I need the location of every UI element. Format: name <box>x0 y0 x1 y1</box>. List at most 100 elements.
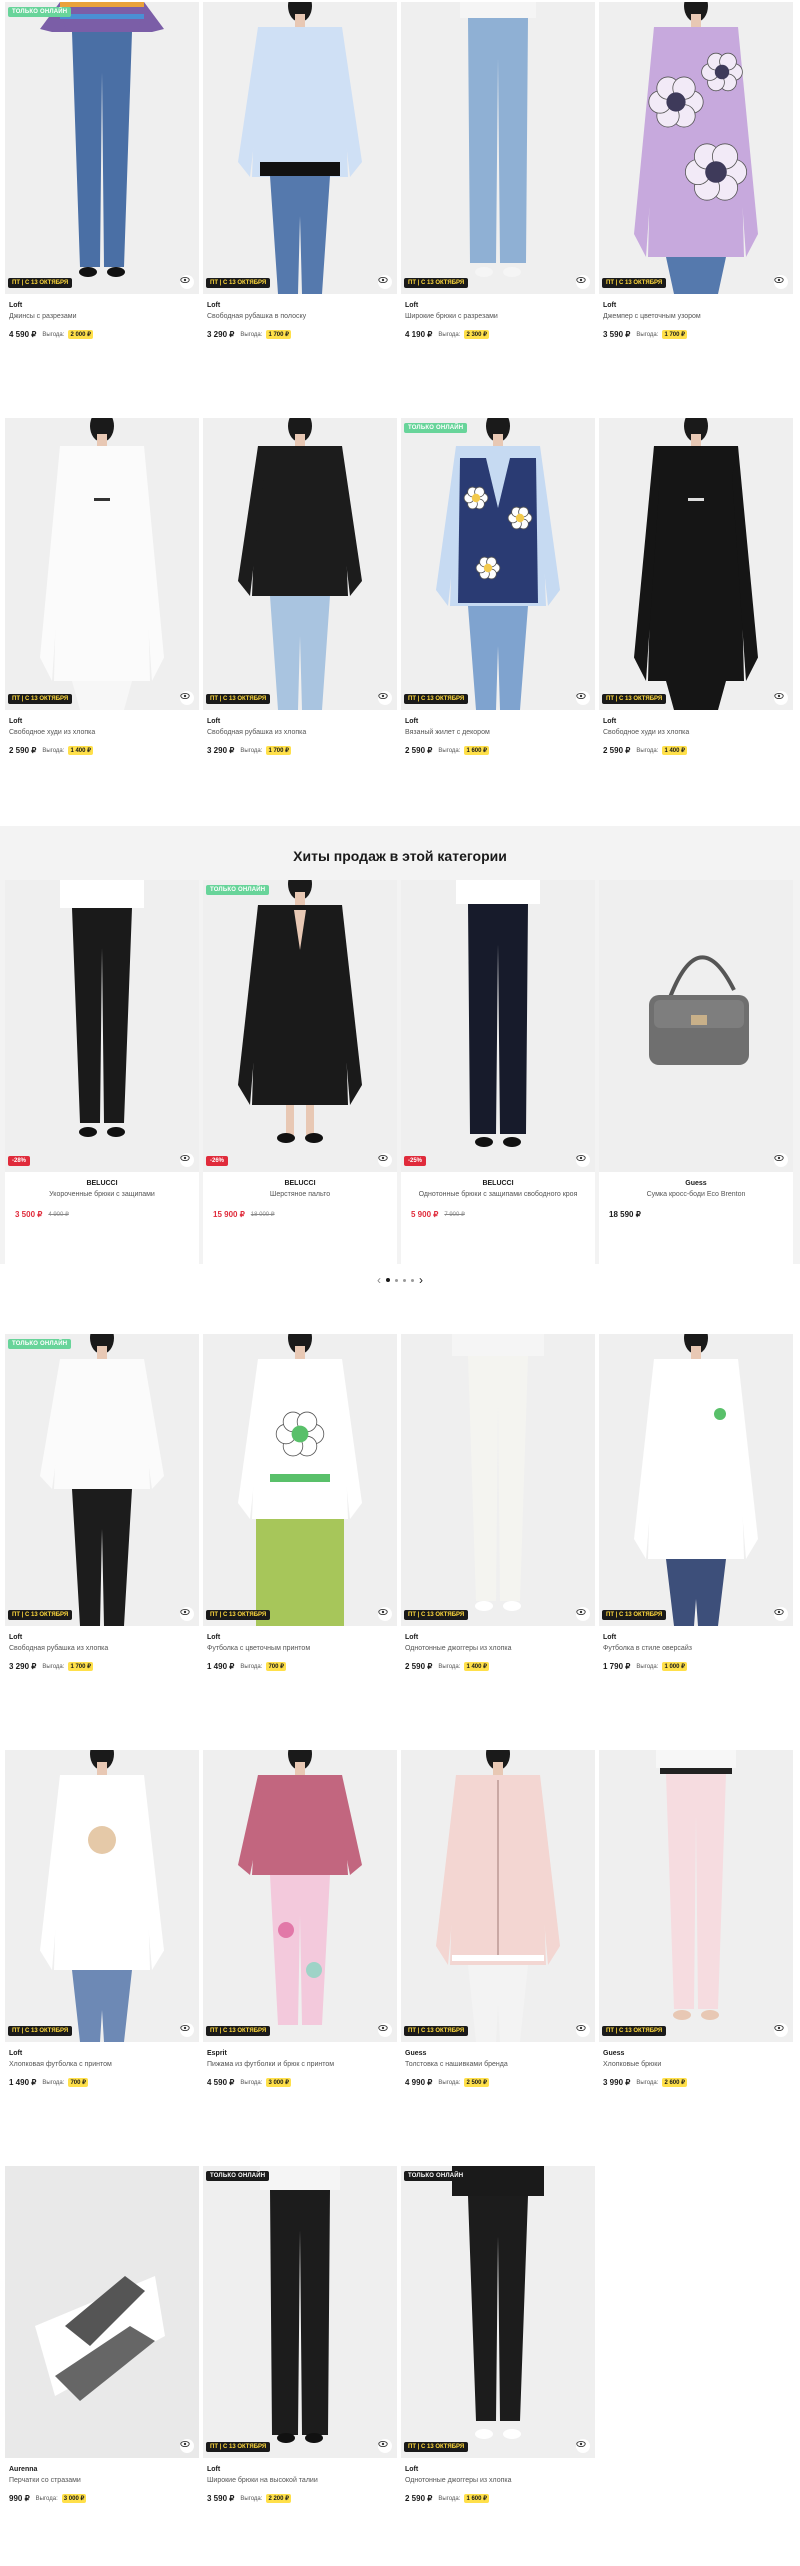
product-image-wrapper[interactable]: ПТ | С 13 ОКТЯБРЯ <box>401 1334 595 1626</box>
carousel-dot[interactable] <box>386 1278 390 1282</box>
product-image-wrapper[interactable]: ПТ | С 13 ОКТЯБРЯ <box>203 2 397 294</box>
product-brand[interactable]: Loft <box>9 302 199 309</box>
product-image-wrapper[interactable]: ПТ | С 13 ОКТЯБРЯ <box>5 418 199 710</box>
product-brand[interactable]: Loft <box>603 1634 793 1641</box>
quick-view-eye-icon[interactable] <box>774 2023 788 2037</box>
product-brand[interactable]: Esprit <box>207 2050 397 2057</box>
quick-view-eye-icon[interactable] <box>576 2439 590 2453</box>
product-card[interactable]: ПТ | С 13 ОКТЯБРЯ Guess Хлопковые брюки 3 9… <box>599 1750 793 2150</box>
product-brand[interactable]: Loft <box>405 1634 595 1641</box>
product-image-wrapper[interactable]: ПТ | С 13 ОКТЯБРЯ <box>203 418 397 710</box>
product-brand[interactable]: BELUCCI <box>5 1180 199 1187</box>
product-brand[interactable]: Loft <box>9 1634 199 1641</box>
product-image-wrapper[interactable]: ПТ | С 13 ОКТЯБРЯ <box>599 1334 793 1626</box>
product-brand[interactable]: BELUCCI <box>203 1180 397 1187</box>
carousel-prev-arrow-icon[interactable]: ‹ <box>377 1273 381 1287</box>
product-image-wrapper[interactable]: ПТ | С 13 ОКТЯБРЯ <box>5 1750 199 2042</box>
product-image-wrapper[interactable]: ПТ | С 13 ОКТЯБРЯ <box>203 1750 397 2042</box>
quick-view-eye-icon[interactable] <box>378 1153 392 1167</box>
product-name[interactable]: Однотонные джоггеры из хлопка <box>405 2477 595 2484</box>
product-card[interactable]: ПТ | С 13 ОКТЯБРЯ Loft Джемпер с цветочным… <box>599 2 793 402</box>
product-name[interactable]: Пижама из футболки и брюк с принтом <box>207 2061 397 2068</box>
product-image[interactable] <box>401 1334 595 1626</box>
quick-view-eye-icon[interactable] <box>378 1607 392 1621</box>
product-name[interactable]: Сумка кросс-боди Eco Brenton <box>599 1191 793 1198</box>
quick-view-eye-icon[interactable] <box>774 1607 788 1621</box>
product-image-wrapper[interactable]: ТОЛЬКО ОНЛАЙН ПТ | С 13 ОКТЯБРЯ <box>5 2 199 294</box>
quick-view-eye-icon[interactable] <box>180 2023 194 2037</box>
product-brand[interactable]: Aurenna <box>9 2466 199 2473</box>
product-image[interactable] <box>203 418 397 710</box>
product-image-wrapper[interactable]: ПТ | С 13 ОКТЯБРЯ <box>401 1750 595 2042</box>
product-image-wrapper[interactable]: ПТ | С 13 ОКТЯБРЯ <box>599 1750 793 2042</box>
quick-view-eye-icon[interactable] <box>774 275 788 289</box>
product-card[interactable]: ПТ | С 13 ОКТЯБРЯ Loft Футболка с цветочны… <box>203 1334 397 1734</box>
product-image[interactable] <box>401 1750 595 2042</box>
product-name[interactable]: Однотонные джоггеры из хлопка <box>405 1645 595 1652</box>
product-name[interactable]: Джинсы с разрезами <box>9 313 199 320</box>
product-image-wrapper[interactable]: -25% <box>401 880 595 1172</box>
product-image[interactable] <box>203 2166 397 2458</box>
product-image[interactable] <box>401 880 595 1172</box>
product-name[interactable]: Свободная рубашка из хлопка <box>9 1645 199 1652</box>
product-brand[interactable]: Loft <box>405 718 595 725</box>
product-image-wrapper[interactable]: ТОЛЬКО ОНЛАЙН -26% <box>203 880 397 1172</box>
product-image-wrapper[interactable]: ПТ | С 13 ОКТЯБРЯ <box>599 2 793 294</box>
product-image-wrapper[interactable]: ТОЛЬКО ОНЛАЙН ПТ | С 13 ОКТЯБРЯ <box>401 2166 595 2458</box>
quick-view-eye-icon[interactable] <box>378 2023 392 2037</box>
product-name[interactable]: Футболка в стиле оверсайз <box>603 1645 793 1652</box>
product-name[interactable]: Джемпер с цветочным узором <box>603 313 793 320</box>
product-card[interactable]: ТОЛЬКО ОНЛАЙН ПТ | С 13 ОКТЯБРЯ Loft Джинсы… <box>5 2 199 402</box>
product-card[interactable]: ПТ | С 13 ОКТЯБРЯ Loft Хлопковая футболка … <box>5 1750 199 2150</box>
product-image[interactable] <box>401 2166 595 2458</box>
product-name[interactable]: Свободное худи из хлопка <box>9 729 199 736</box>
product-name[interactable]: Хлопковые брюки <box>603 2061 793 2068</box>
carousel-dot[interactable] <box>403 1278 406 1282</box>
product-brand[interactable]: Loft <box>405 2466 595 2473</box>
carousel-dot[interactable] <box>395 1278 398 1282</box>
product-image[interactable] <box>5 2166 199 2458</box>
product-name[interactable]: Широкие брюки на высокой талии <box>207 2477 397 2484</box>
product-image[interactable] <box>599 880 793 1172</box>
product-card[interactable]: ТОЛЬКО ОНЛАЙН ПТ | С 13 ОКТЯБРЯ Loft Одното… <box>401 2166 595 2566</box>
bestseller-card[interactable]: -25% BELUCCI Однотонные брюки с защипами с… <box>401 880 595 1265</box>
product-name[interactable]: Укороченные брюки с защипами <box>5 1191 199 1198</box>
product-image-wrapper[interactable]: ПТ | С 13 ОКТЯБРЯ <box>401 2 595 294</box>
product-image[interactable] <box>203 1750 397 2042</box>
product-name[interactable]: Вязаный жилет с декором <box>405 729 595 736</box>
product-card[interactable]: ПТ | С 13 ОКТЯБРЯ Loft Футболка в стиле ов… <box>599 1334 793 1734</box>
product-name[interactable]: Свободное худи из хлопка <box>603 729 793 736</box>
product-brand[interactable]: Loft <box>9 2050 199 2057</box>
product-name[interactable]: Толстовка с нашивками бренда <box>405 2061 595 2068</box>
product-image[interactable] <box>203 1334 397 1626</box>
quick-view-eye-icon[interactable] <box>774 691 788 705</box>
product-brand[interactable]: Loft <box>207 718 397 725</box>
product-brand[interactable]: Loft <box>207 1634 397 1641</box>
product-brand[interactable]: Loft <box>207 2466 397 2473</box>
quick-view-eye-icon[interactable] <box>576 1607 590 1621</box>
product-name[interactable]: Футболка с цветочным принтом <box>207 1645 397 1652</box>
product-brand[interactable]: Loft <box>603 718 793 725</box>
quick-view-eye-icon[interactable] <box>576 1153 590 1167</box>
product-image[interactable] <box>5 1750 199 2042</box>
quick-view-eye-icon[interactable] <box>180 275 194 289</box>
carousel-dot[interactable] <box>411 1278 414 1282</box>
product-image[interactable] <box>203 2 397 294</box>
quick-view-eye-icon[interactable] <box>180 2439 194 2453</box>
product-name[interactable]: Свободная рубашка в полоску <box>207 313 397 320</box>
product-image[interactable] <box>203 880 397 1172</box>
product-image[interactable] <box>599 2 793 294</box>
product-image-wrapper[interactable]: ТОЛЬКО ОНЛАЙН ПТ | С 13 ОКТЯБРЯ <box>401 418 595 710</box>
quick-view-eye-icon[interactable] <box>180 1607 194 1621</box>
product-image[interactable] <box>5 2 199 294</box>
product-name[interactable]: Шерстяное пальто <box>203 1191 397 1198</box>
product-card[interactable]: ТОЛЬКО ОНЛАЙН ПТ | С 13 ОКТЯБРЯ Loft Широки… <box>203 2166 397 2566</box>
product-image-wrapper[interactable]: ПТ | С 13 ОКТЯБРЯ <box>203 1334 397 1626</box>
product-card[interactable]: ПТ | С 13 ОКТЯБРЯ Loft Свободная рубашка в… <box>203 2 397 402</box>
quick-view-eye-icon[interactable] <box>576 691 590 705</box>
product-card[interactable]: Aurenna Перчатки со стразами 990 ₽ Выгода: 3… <box>5 2166 199 2566</box>
bestseller-card[interactable]: -28% BELUCCI Укороченные брюки с защипами 3… <box>5 880 199 1265</box>
product-image-wrapper[interactable]: -28% <box>5 880 199 1172</box>
quick-view-eye-icon[interactable] <box>378 2439 392 2453</box>
quick-view-eye-icon[interactable] <box>576 275 590 289</box>
